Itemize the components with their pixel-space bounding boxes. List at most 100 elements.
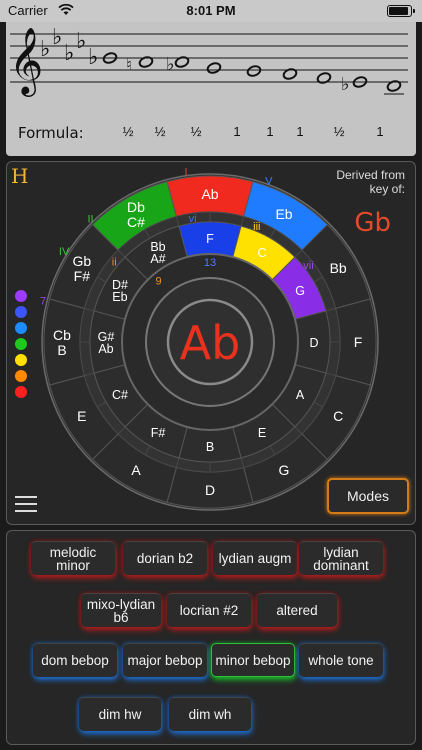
scale-button-whole-tone[interactable]: whole tone (299, 643, 383, 677)
degree-label: 9 (156, 276, 162, 288)
degree-label: II (87, 213, 93, 225)
scale-button-altered[interactable]: altered (257, 593, 337, 627)
outer-note-label: Ab (201, 186, 218, 202)
scale-button-minor-bebop[interactable]: minor bebop (211, 643, 295, 677)
outer-note-label: D (205, 482, 215, 498)
degree-label: 7 (40, 295, 46, 307)
degree-label: ii (112, 257, 117, 269)
outer-note-line: D (205, 482, 215, 498)
inner-note-line: Ab (98, 342, 113, 356)
inner-note-label: D (309, 336, 318, 350)
degree-label: IV (59, 246, 70, 258)
inner-note-line: D (309, 336, 318, 350)
inner-note-label: E (258, 426, 266, 440)
outer-note-label: E (77, 408, 86, 424)
svg-text:♭: ♭ (88, 45, 98, 70)
inner-note-line: E (258, 426, 266, 440)
outer-note-label: Db C# (127, 199, 145, 230)
inner-note-label: C# (112, 388, 128, 402)
formula-step: ½ (122, 124, 134, 139)
formula-label: Formula: (18, 124, 84, 142)
scale-button-mixolydian-b6[interactable]: mixo-lydian b6 (81, 593, 161, 627)
inner-note-line: C# (112, 388, 128, 402)
inner-note-label: G (295, 284, 305, 298)
modes-button[interactable]: Modes (327, 478, 409, 514)
formula-step: ½ (190, 124, 202, 139)
inner-note-label: F (206, 232, 214, 246)
outer-note-line: Bb (330, 260, 347, 276)
formula-step: ½ (333, 124, 345, 139)
inner-note-line: Eb (112, 290, 127, 304)
flats-key-signature: ♭ ♭ ♭ ♭ ♭ (40, 25, 98, 70)
inner-note-label: Bb A# (150, 240, 165, 266)
inner-note-line: G (295, 284, 305, 298)
outer-note-label: C (333, 408, 343, 424)
red-dot (15, 386, 27, 398)
scale-button-major-bebop[interactable]: major bebop (123, 643, 207, 677)
inner-note-label: G# Ab (98, 330, 115, 356)
blue-dot (15, 306, 27, 318)
circle-of-fifths-panel: Ab Eb Bb F C G D A E Cb B Gb F# Db C# F C G D A E B F# C# G# Ab D#… (6, 161, 416, 525)
status-bar: Carrier 8:01 PM (0, 0, 422, 22)
outer-note-line: Gb (72, 253, 91, 269)
purple-dot (15, 290, 27, 302)
inner-note-line: F# (151, 426, 166, 440)
outer-note-line: G (279, 462, 290, 478)
outer-note-label: Eb (275, 206, 292, 222)
outer-note-label: A (131, 462, 141, 478)
degree-label: vi (189, 213, 197, 225)
outer-note-label: Bb (330, 260, 347, 276)
outer-note-line: Ab (201, 186, 218, 202)
center-note-label: Ab (180, 316, 241, 370)
staff-panel: 𝄞 ♭ ♭ ♭ ♭ ♭ ♮ ♭ ♭ Formula: ½ ½ ½ 1 1 1 ½ (6, 22, 416, 156)
scale-buttons-panel: melodic minor dorian b2 lydian augm lydi… (6, 530, 416, 745)
degree-label: I (185, 167, 188, 179)
scale-button-melodic-minor[interactable]: melodic minor (31, 541, 115, 575)
svg-text:♭: ♭ (52, 25, 62, 50)
formula-step: 1 (376, 124, 384, 139)
degree-label: 13 (204, 257, 216, 269)
formula-step: 1 (233, 124, 241, 139)
help-label[interactable]: H (11, 164, 28, 188)
outer-note-line: E (77, 408, 86, 424)
svg-text:♭: ♭ (40, 37, 50, 62)
outer-note-line: Eb (275, 206, 292, 222)
scale-button-lydian-dominant[interactable]: lydian dominant (299, 541, 383, 575)
inner-note-line: C (257, 246, 266, 260)
scale-button-dim-hw[interactable]: dim hw (79, 697, 161, 731)
inner-note-label: F# (151, 426, 166, 440)
degree-label: iii (253, 221, 260, 233)
derived-key-value: Gb (354, 208, 391, 238)
green-dot (15, 338, 27, 350)
derived-from-label: Derived from key of: (336, 168, 405, 196)
treble-clef-icon: 𝄞 (9, 26, 43, 97)
svg-text:♭: ♭ (166, 54, 175, 75)
outer-note-line: C# (127, 214, 145, 230)
battery-icon (387, 5, 415, 17)
svg-text:♮: ♮ (126, 55, 132, 74)
outer-note-label: G (279, 462, 290, 478)
scale-button-locrian-2[interactable]: locrian #2 (167, 593, 251, 627)
svg-text:♭: ♭ (341, 74, 350, 95)
scale-button-dim-wh[interactable]: dim wh (169, 697, 251, 731)
scale-button-lydian-augm[interactable]: lydian augm (213, 541, 297, 575)
outer-note-line: C (333, 408, 343, 424)
outer-note-line: F# (74, 268, 91, 284)
outer-note-line: F (354, 334, 363, 350)
yellow-dot (15, 354, 27, 366)
inner-note-line: A (296, 388, 305, 402)
outer-note-line: B (57, 342, 66, 358)
outer-note-label: F (354, 334, 363, 350)
inner-note-label: C (257, 246, 266, 260)
light-blue-dot (15, 322, 27, 334)
music-staff: 𝄞 ♭ ♭ ♭ ♭ ♭ ♮ ♭ ♭ (9, 25, 408, 97)
inner-note-label: B (206, 440, 214, 454)
inner-note-line: A# (150, 252, 165, 266)
outer-note-line: Db (127, 199, 145, 215)
outer-note-line: A (131, 462, 141, 478)
degree-label: vii (303, 260, 313, 272)
outer-note-line: Cb (53, 327, 71, 343)
menu-icon[interactable] (15, 496, 37, 512)
scale-button-dom-bebop[interactable]: dom bebop (33, 643, 117, 677)
scale-button-dorian-b2[interactable]: dorian b2 (123, 541, 207, 575)
